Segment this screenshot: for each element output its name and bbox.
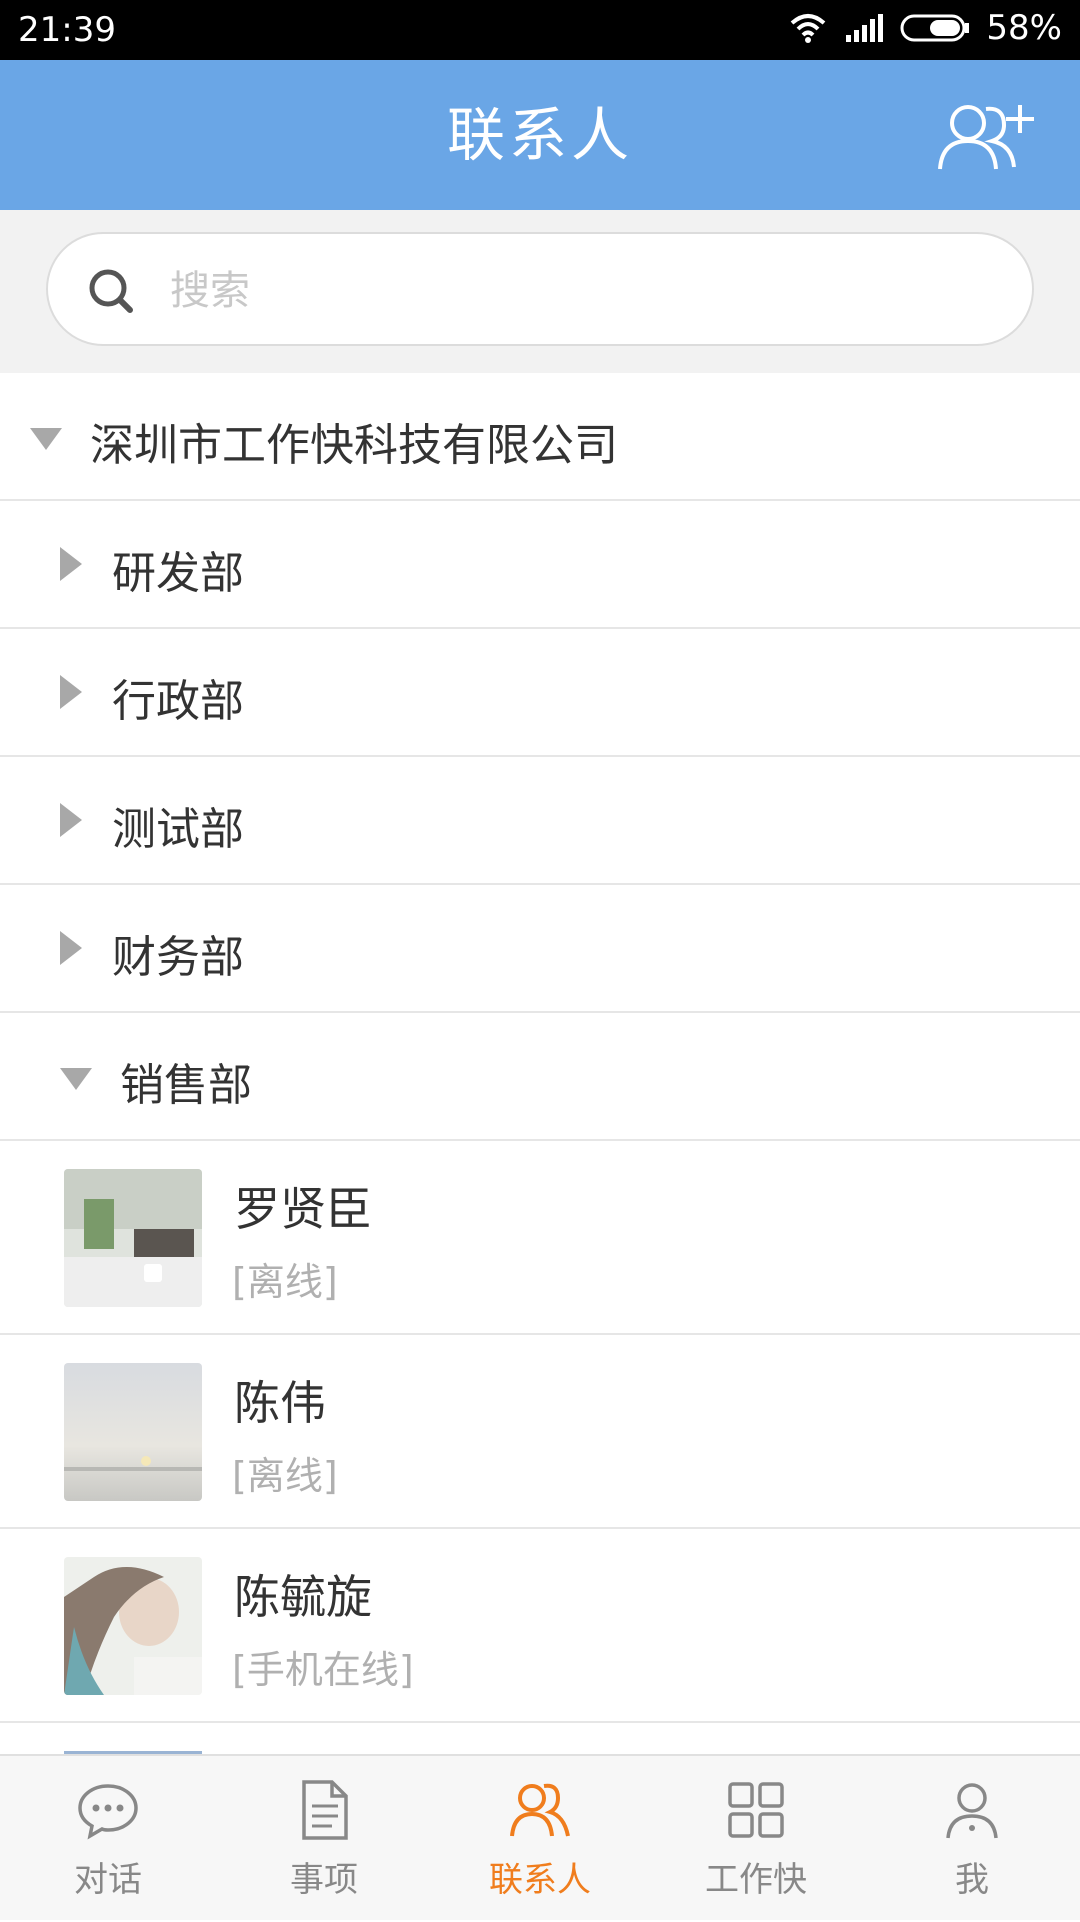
page-title: 联系人	[446, 101, 633, 169]
tab-tasks[interactable]: 事项	[216, 1756, 432, 1922]
status-icons: 58%	[788, 8, 1062, 48]
search-icon	[89, 269, 133, 313]
status-time: 21:39	[18, 10, 116, 50]
battery-percent: 58%	[986, 8, 1062, 48]
avatar	[64, 1557, 202, 1695]
avatar	[64, 1363, 202, 1501]
department-row-finance[interactable]: 财务部	[0, 885, 1080, 1013]
chat-bubble-icon	[78, 1784, 138, 1840]
contact-name: 陈伟	[234, 1376, 326, 1430]
tab-contacts[interactable]: 联系人	[432, 1756, 648, 1922]
tab-conversations[interactable]: 对话	[0, 1756, 216, 1922]
department-label: 研发部	[112, 548, 244, 599]
tab-label: 对话	[74, 1860, 142, 1900]
department-row-rd[interactable]: 研发部	[0, 501, 1080, 629]
tab-label: 联系人	[489, 1860, 591, 1900]
wifi-icon	[791, 14, 826, 43]
department-row-sales[interactable]: 销售部	[0, 1013, 1080, 1141]
department-label: 财务部	[112, 932, 244, 983]
expand-arrow-icon	[60, 803, 82, 837]
department-row-admin[interactable]: 行政部	[0, 629, 1080, 757]
expand-arrow-icon	[60, 547, 82, 581]
tab-label: 工作快	[705, 1860, 807, 1900]
tab-label: 我	[955, 1860, 989, 1900]
contact-row[interactable]: 陈伟 [离线]	[0, 1335, 1080, 1529]
org-name: 深圳市工作快科技有限公司	[90, 420, 618, 471]
avatar	[64, 1169, 202, 1307]
signal-icon	[846, 14, 884, 42]
expand-arrow-icon	[60, 931, 82, 965]
contact-status: [手机在线]	[232, 1648, 414, 1692]
tab-label: 事项	[290, 1860, 358, 1900]
contact-row[interactable]: 罗贤臣 [离线]	[0, 1141, 1080, 1335]
tab-me[interactable]: 我	[864, 1756, 1080, 1922]
contact-row-partial[interactable]	[0, 1723, 1080, 1754]
department-label: 销售部	[120, 1060, 252, 1111]
profile-icon	[946, 1783, 998, 1839]
department-label: 行政部	[112, 676, 244, 727]
department-label: 测试部	[112, 804, 244, 855]
expand-arrow-icon	[60, 675, 82, 709]
org-row[interactable]: 深圳市工作快科技有限公司	[0, 373, 1080, 501]
contact-name: 罗贤臣	[234, 1182, 372, 1236]
document-icon	[302, 1780, 348, 1840]
search-box[interactable]	[46, 232, 1034, 346]
status-bar: 21:39 58%	[0, 0, 1080, 60]
add-contact-button[interactable]	[934, 97, 1044, 175]
bottom-tab-bar: 对话 事项 联系人 工作快 我	[0, 1754, 1080, 1920]
contacts-icon	[510, 1783, 570, 1837]
battery-icon	[900, 14, 970, 42]
search-area	[0, 210, 1080, 373]
contact-status: [离线]	[232, 1454, 338, 1498]
apps-grid-icon	[728, 1782, 784, 1838]
app-header: 联系人	[0, 60, 1080, 210]
contact-status: [离线]	[232, 1260, 338, 1304]
collapse-arrow-icon	[30, 428, 62, 450]
department-row-qa[interactable]: 测试部	[0, 757, 1080, 885]
contact-row[interactable]: 陈毓旋 [手机在线]	[0, 1529, 1080, 1723]
search-input[interactable]	[168, 254, 992, 328]
collapse-arrow-icon	[60, 1068, 92, 1090]
contact-name: 陈毓旋	[234, 1570, 372, 1624]
tab-workspace[interactable]: 工作快	[648, 1756, 864, 1922]
add-contact-icon	[938, 105, 1034, 170]
